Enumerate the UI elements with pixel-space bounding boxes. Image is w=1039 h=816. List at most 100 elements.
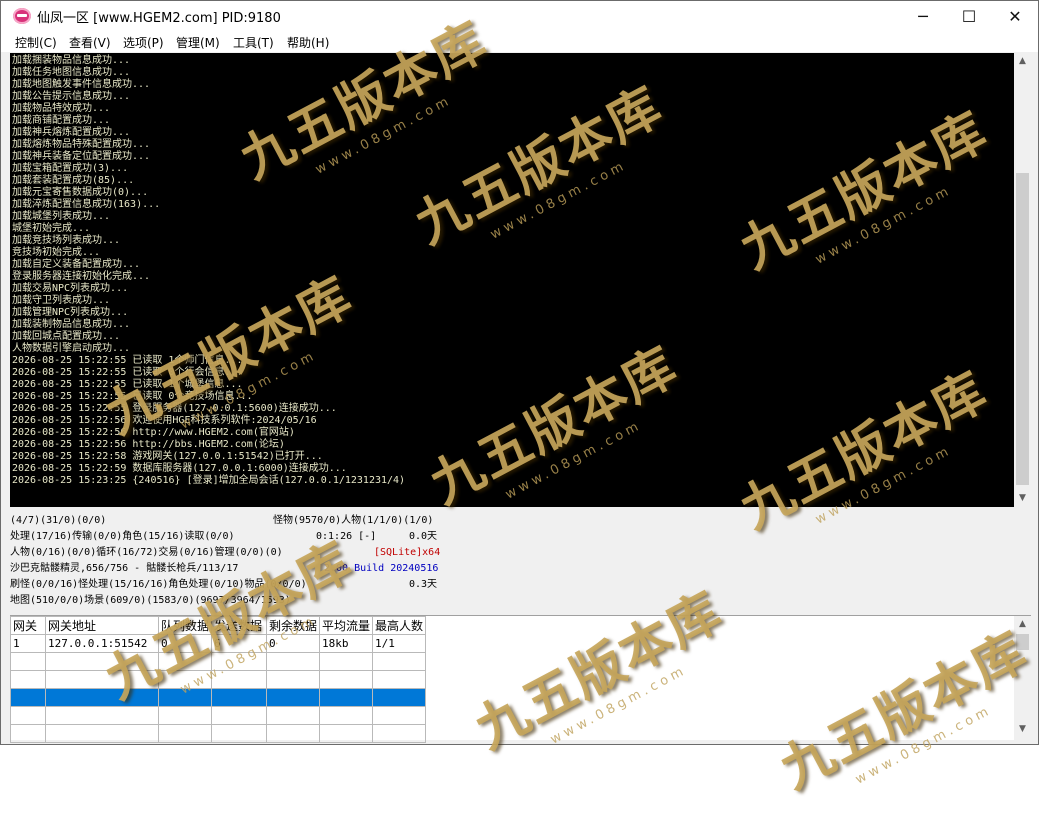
table-cell: [211, 652, 268, 671]
table-cell: [372, 724, 427, 743]
minimize-button[interactable]: ─: [900, 1, 946, 32]
table-cell: [211, 724, 268, 743]
table-row[interactable]: [10, 706, 427, 725]
log-scrollbar[interactable]: ▲ ▼: [1014, 53, 1031, 507]
table-cell: [211, 706, 268, 725]
menu-tools[interactable]: 工具(T): [233, 34, 274, 51]
log-line: 2026-08-25 15:22:55 已读取 0个竞技场信息...: [12, 391, 253, 402]
menu-view[interactable]: 查看(V): [69, 34, 111, 51]
close-button[interactable]: ✕: [992, 1, 1038, 32]
status-runtime: 0:1:26 [-]: [316, 531, 377, 542]
status-row-6: 地图(510/0/0)场景(609/0)(1583/0)(9697/3964/1…: [10, 595, 291, 606]
log-line: 2026-08-25 15:22:58 游戏网关(127.0.0.1:51542…: [12, 451, 323, 462]
log-line: 2026-08-25 15:22:55 已读取 1个城堡信息...: [12, 379, 243, 390]
log-scroll-thumb[interactable]: [1016, 173, 1029, 485]
table-row[interactable]: [10, 688, 427, 707]
table-cell: [10, 652, 46, 671]
gateway-table-panel: 网关 网关地址 队列数据 发送数据 剩余数据 平均流量 最高人数 1 127.0.…: [10, 615, 1031, 743]
status-row-1-monsters: 怪物(9570/0)人物(1/1/0)(1/0): [273, 515, 434, 526]
col-gateway-address[interactable]: 网关地址: [45, 616, 159, 635]
status-row-4: 沙巴克骷髅精灵,656/756 - 骷髅长枪兵/113/17: [10, 563, 239, 574]
menu-help[interactable]: 帮助(H): [287, 34, 329, 51]
status-row-3: 人物(0/16)(0/0)循环(16/72)交易(0/16)管理(0/0)(0): [10, 547, 283, 558]
log-line: 城堡初始完成...: [12, 223, 91, 234]
table-cell: [372, 670, 427, 689]
table-row[interactable]: [10, 652, 427, 671]
table-row[interactable]: [10, 670, 427, 689]
scroll-down-icon[interactable]: ▼: [1014, 490, 1031, 507]
table-cell: [45, 652, 159, 671]
table-cell: [157, 670, 213, 689]
log-line: 人物数据引擎启动成功...: [12, 343, 131, 354]
app-icon: [13, 8, 31, 24]
log-line: 加载神兵熔炼配置成功...: [12, 127, 131, 138]
table-row[interactable]: 1 127.0.0.1:51542 0 6 0 18kb 1/1: [10, 634, 427, 653]
maximize-button[interactable]: ☐: [946, 1, 992, 32]
status-db-type: [SQLite]x64: [374, 547, 441, 558]
status-row-1: (4/7)(31/0)(0/0): [10, 515, 107, 526]
window-title: 仙凤一区 [www.HGEM2.com] PID:9180: [37, 11, 281, 26]
menu-control[interactable]: 控制(C): [15, 34, 57, 51]
table-cell: [157, 688, 213, 707]
log-line: 加载交易NPC列表成功...: [12, 283, 129, 294]
log-line: 2026-08-25 15:23:25 {240516} [登录]增加全局会话(…: [12, 475, 406, 486]
table-row[interactable]: [10, 724, 427, 743]
log-line: 加载物品特效成功...: [12, 103, 111, 114]
scroll-up-icon[interactable]: ▲: [1014, 53, 1031, 70]
table-scroll-down-icon[interactable]: ▼: [1014, 721, 1031, 738]
status-row-5: 刷怪(0/0/16)怪处理(15/16/16)角色处理(0/10)物品(0/0/…: [10, 579, 307, 590]
col-gateway[interactable]: 网关: [10, 616, 46, 635]
table-cell: 0: [266, 634, 321, 653]
log-line: 加载装制物品信息成功...: [12, 319, 131, 330]
log-line: 登录服务器连接初始化完成...: [12, 271, 151, 282]
col-sent-data[interactable]: 发送数据: [211, 616, 268, 635]
col-remaining-data[interactable]: 剩余数据: [266, 616, 321, 635]
status-build: 2.00 Build 20240516: [324, 563, 439, 574]
gateway-table: 网关 网关地址 队列数据 发送数据 剩余数据 平均流量 最高人数 1 127.0.…: [10, 616, 427, 743]
log-line: 加载元宝寄售数据成功(0)...: [12, 187, 149, 198]
title-bar: 仙凤一区 [www.HGEM2.com] PID:9180 ─ ☐ ✕: [1, 1, 1038, 32]
status-days-2: 0.3天: [409, 579, 438, 590]
table-cell: [157, 652, 213, 671]
table-cell: [266, 670, 321, 689]
table-cell: [157, 724, 213, 743]
log-line: 加载宝箱配置成功(3)...: [12, 163, 129, 174]
log-line: 竞技场初始完成...: [12, 247, 101, 258]
table-cell: [319, 670, 374, 689]
table-cell: [10, 688, 46, 707]
table-scroll-thumb[interactable]: [1016, 634, 1029, 650]
col-max-players[interactable]: 最高人数: [372, 616, 427, 635]
table-cell: [372, 652, 427, 671]
log-line: 加载淬炼配置信息成功(163)...: [12, 199, 161, 210]
status-days: 0.0天: [409, 531, 438, 542]
log-line: 加载城堡列表成功...: [12, 211, 111, 222]
col-avg-traffic[interactable]: 平均流量: [319, 616, 374, 635]
log-line: 加载任务地图信息成功...: [12, 67, 131, 78]
table-cell: [10, 670, 46, 689]
log-line: 加载回城点配置成功...: [12, 331, 121, 342]
status-panel: (4/7)(31/0)(0/0) 怪物(9570/0)人物(1/1/0)(1/0…: [1, 511, 1038, 615]
log-line: 2026-08-25 15:22:56 http://www.HGEM2.com…: [12, 427, 295, 438]
table-body: 1 127.0.0.1:51542 0 6 0 18kb 1/1: [10, 634, 427, 743]
table-scrollbar[interactable]: ▲ ▼: [1014, 616, 1031, 740]
menu-manage[interactable]: 管理(M): [176, 34, 220, 51]
log-console[interactable]: 加载捆装物品信息成功... 加载任务地图信息成功... 加载地图触发事件信息成功..…: [10, 53, 1014, 507]
log-line: 2026-08-25 15:22:56 欢迎使用HGE科技系列软件:2024/0…: [12, 415, 317, 426]
log-line: 加载地图触发事件信息成功...: [12, 79, 151, 90]
log-line: 加载商铺配置成功...: [12, 115, 111, 126]
log-line: 2026-08-25 15:22:55 登录服务器(127.0.0.1:5600…: [12, 403, 337, 414]
log-line: 加载管理NPC列表成功...: [12, 307, 129, 318]
table-cell: 1: [10, 634, 46, 653]
table-cell: [319, 652, 374, 671]
log-line: 加载神兵装备定位配置成功...: [12, 151, 151, 162]
table-scroll-up-icon[interactable]: ▲: [1014, 616, 1031, 633]
table-cell: [266, 688, 321, 707]
table-cell: [45, 688, 159, 707]
menu-options[interactable]: 选项(P): [123, 34, 164, 51]
log-line: 加载捆装物品信息成功...: [12, 55, 131, 66]
table-cell: [319, 706, 374, 725]
log-line: 2026-08-25 15:22:55 已读取 0个行会信息...: [12, 367, 243, 378]
table-cell: [10, 706, 46, 725]
col-queue-data[interactable]: 队列数据: [157, 616, 213, 635]
log-line: 2026-08-25 15:22:59 数据库服务器(127.0.0.1:600…: [12, 463, 347, 474]
